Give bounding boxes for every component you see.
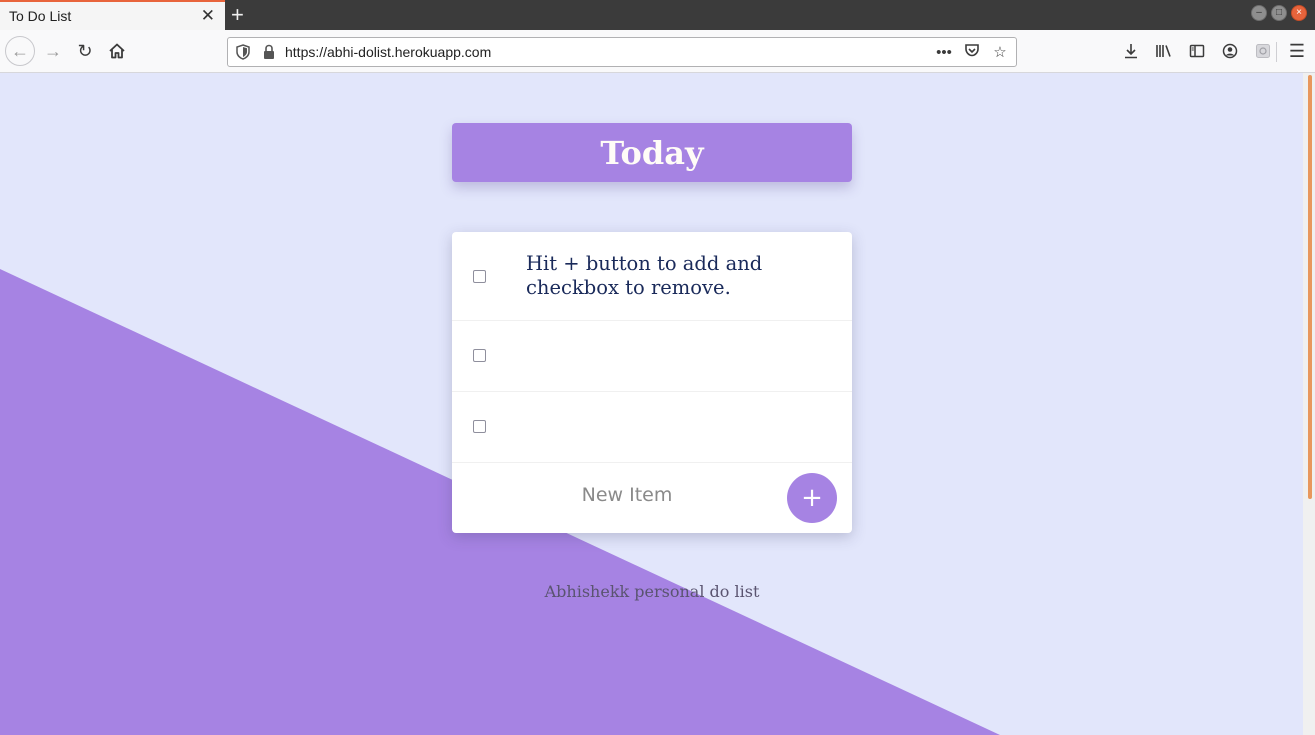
maximize-window-icon[interactable]: □ — [1271, 5, 1287, 21]
add-item-button[interactable]: + — [787, 473, 837, 523]
list-item — [452, 392, 852, 463]
list-item: Hit + button to add and checkbox to remo… — [452, 232, 852, 321]
toolbar-separator — [1276, 42, 1277, 62]
lock-icon[interactable] — [263, 44, 275, 60]
extension-icon[interactable] — [1247, 36, 1278, 66]
scrollbar-thumb[interactable] — [1308, 75, 1312, 499]
hamburger-menu-icon[interactable]: ☰ — [1283, 36, 1311, 66]
page-scrollbar[interactable] — [1303, 73, 1315, 735]
window-controls: – □ × — [1251, 5, 1307, 21]
back-arrow-icon[interactable]: ← — [5, 36, 35, 66]
page-actions-icon[interactable]: ••• — [934, 44, 954, 61]
new-tab-icon[interactable]: + — [231, 2, 244, 28]
pocket-icon[interactable] — [962, 42, 982, 62]
footer-text: Abhishekk personal do list — [544, 582, 760, 601]
todo-card: Hit + button to add and checkbox to remo… — [452, 232, 852, 533]
tab-close-icon[interactable]: ✕ — [201, 7, 215, 25]
item-checkbox[interactable] — [473, 270, 486, 283]
item-text: Hit + button to add and checkbox to remo… — [526, 252, 763, 299]
page-title: Today — [600, 133, 704, 172]
list-item — [452, 321, 852, 392]
tab-title: To Do List — [9, 8, 72, 24]
bookmark-star-icon[interactable]: ☆ — [990, 43, 1010, 61]
home-icon[interactable] — [102, 36, 132, 66]
minimize-window-icon[interactable]: – — [1251, 5, 1267, 21]
account-icon[interactable] — [1214, 36, 1245, 66]
reload-icon[interactable]: ↻ — [70, 36, 100, 66]
heading-box: Today — [452, 123, 852, 182]
browser-tab-strip: To Do List ✕ + – □ × — [0, 0, 1315, 30]
page-viewport: Today Hit + button to add and checkbox t… — [0, 73, 1303, 735]
item-checkbox[interactable] — [473, 349, 486, 362]
close-window-icon[interactable]: × — [1291, 5, 1307, 21]
downloads-icon[interactable] — [1115, 36, 1146, 66]
tracking-shield-icon[interactable] — [236, 44, 250, 60]
item-checkbox[interactable] — [473, 420, 486, 433]
url-text[interactable]: https://abhi-dolist.herokuapp.com — [285, 44, 491, 60]
browser-tab[interactable]: To Do List ✕ — [0, 0, 225, 30]
browser-navbar: ← → ↻ https://abhi-dolist.herokuapp.com … — [0, 30, 1315, 73]
forward-arrow-icon[interactable]: → — [38, 36, 68, 66]
sidebar-icon[interactable] — [1181, 36, 1212, 66]
library-icon[interactable] — [1148, 36, 1179, 66]
new-item-input[interactable] — [472, 475, 782, 515]
url-bar[interactable]: https://abhi-dolist.herokuapp.com ••• ☆ — [227, 37, 1017, 67]
